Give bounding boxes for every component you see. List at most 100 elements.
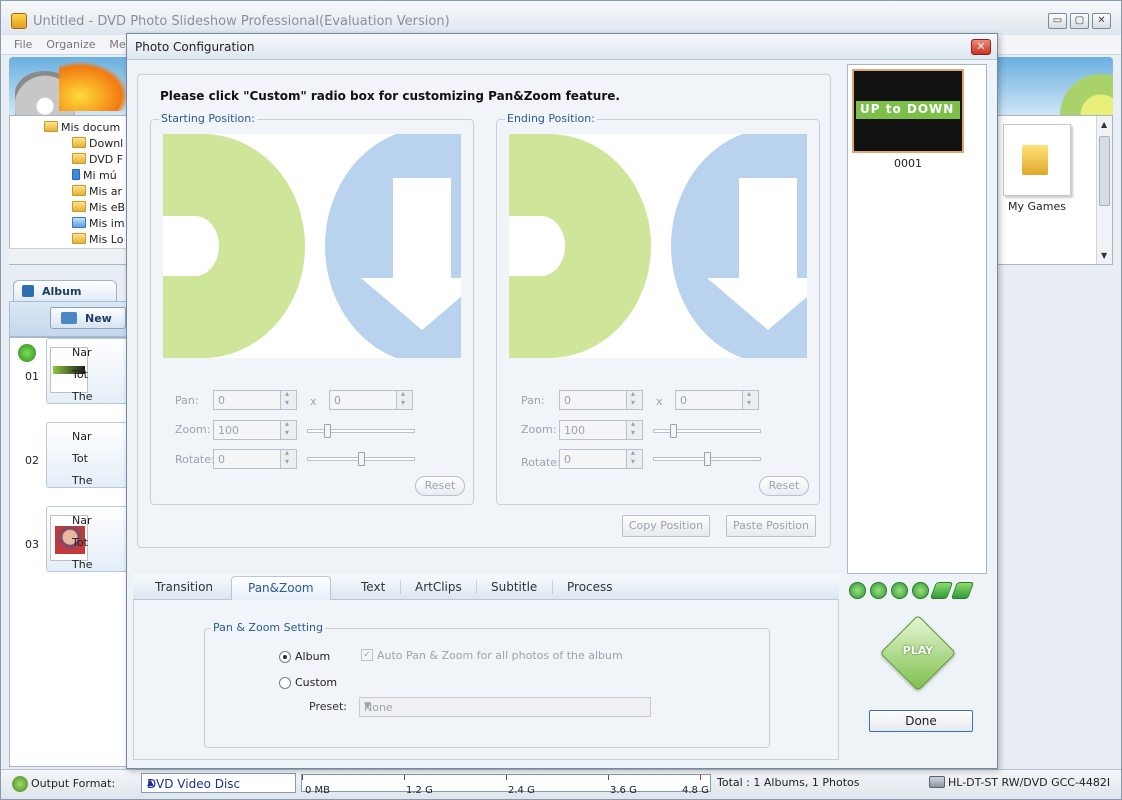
next-photo-icon[interactable] [891, 582, 908, 599]
ending-position-group: Ending Position: Pan: 0 x 0 Zoom: 100 Ro… [496, 112, 820, 505]
file-thumb[interactable] [1003, 124, 1071, 196]
pan-zoom-setting-group: Pan & Zoom Setting Album ✓ Auto Pan & Zo… [204, 621, 770, 748]
rotate-left-icon[interactable] [950, 582, 975, 599]
maximize-button[interactable]: ▢ [1070, 13, 1089, 29]
start-pan-y-input[interactable]: 0 [329, 389, 413, 410]
tree-item[interactable]: Mis Lo [72, 232, 123, 248]
start-zoom-slider[interactable] [307, 424, 415, 438]
capacity-limit-mark [700, 775, 701, 780]
starting-position-group: Starting Position: Pan: 0 x 0 Zoom: 100 … [150, 112, 474, 505]
tree-item[interactable]: Downl [72, 136, 123, 152]
chevron-down-icon: ▼ [364, 701, 371, 711]
end-rotate-slider[interactable] [653, 452, 761, 466]
slider-knob[interactable] [358, 452, 365, 466]
album-row[interactable]: 03 Nar Tot The [10, 506, 128, 572]
end-pan-x-input[interactable]: 0 [559, 389, 643, 410]
starting-position-preview[interactable] [163, 134, 461, 358]
copy-position-button[interactable]: Copy Position [622, 515, 710, 537]
tree-item[interactable]: Mi mú [72, 168, 117, 184]
minimize-button[interactable]: ▭ [1048, 13, 1067, 29]
start-reset-button[interactable]: Reset [415, 476, 465, 496]
new-album-button[interactable]: New [50, 307, 126, 329]
tab-process[interactable]: Process [567, 580, 613, 594]
spinner-icon[interactable] [280, 389, 296, 409]
photo-configuration-dialog: Photo Configuration ✕ Please click "Cust… [126, 33, 998, 769]
tree-item[interactable]: DVD F [72, 152, 123, 168]
instruction-text: Please click "Custom" radio box for cust… [160, 89, 620, 103]
dialog-close-button[interactable]: ✕ [971, 39, 991, 55]
auto-pan-zoom-checkbox[interactable]: ✓ [361, 649, 373, 661]
album-list: 01 Nar Tot The 02 Nar Tot The 03 Nar Tot… [9, 337, 129, 767]
rotate-right-icon[interactable] [929, 582, 954, 599]
banner-swirl-icon [993, 57, 1113, 115]
start-rotate-slider[interactable] [307, 452, 415, 466]
album-radio[interactable] [279, 651, 291, 663]
end-rotate-input[interactable]: 0 [559, 448, 643, 469]
last-photo-icon[interactable] [912, 582, 929, 599]
ending-position-preview[interactable] [509, 134, 807, 358]
tab-subtitle[interactable]: Subtitle [491, 580, 537, 594]
tab-separator [476, 580, 477, 594]
tab-text[interactable]: Text [361, 580, 385, 594]
tab-separator [552, 580, 553, 594]
tree-horizontal-scrollbar[interactable] [9, 248, 129, 264]
end-zoom-input[interactable]: 100 [559, 419, 643, 440]
spinner-icon[interactable] [742, 389, 758, 409]
menu-organize[interactable]: Organize [41, 35, 100, 54]
first-photo-icon[interactable] [849, 582, 866, 599]
folder-tree: Mis docum Downl DVD F Mi mú Mis ar Mis e… [9, 115, 129, 265]
dialog-titlebar: Photo Configuration ✕ [127, 34, 997, 60]
tree-item[interactable]: Mis im [72, 216, 125, 232]
main-titlebar: Untitled - DVD Photo Slideshow Professio… [1, 1, 1121, 35]
scroll-up-icon[interactable]: ▲ [1101, 120, 1107, 129]
spinner-icon[interactable] [626, 389, 642, 409]
album-tab[interactable]: Album [13, 280, 117, 302]
end-pan-y-input[interactable]: 0 [675, 389, 759, 410]
tree-item[interactable]: Mis eB [72, 200, 125, 216]
end-reset-button[interactable]: Reset [759, 476, 809, 496]
close-button[interactable]: ✕ [1092, 13, 1111, 29]
folder-icon [72, 233, 86, 244]
tab-transition[interactable]: Transition [155, 580, 213, 594]
slider-knob[interactable] [704, 452, 711, 466]
window-controls: ▭ ▢ ✕ [1048, 13, 1111, 29]
scroll-thumb[interactable] [1099, 136, 1110, 206]
tab-artclips[interactable]: ArtClips [415, 580, 462, 594]
previous-photo-icon[interactable] [870, 582, 887, 599]
start-zoom-input[interactable]: 100 [213, 419, 297, 440]
album-row[interactable]: 02 Nar Tot The [10, 422, 128, 488]
file-vertical-scrollbar[interactable]: ▲ ▼ [1096, 116, 1112, 264]
slider-knob[interactable] [324, 424, 331, 438]
spinner-icon[interactable] [626, 448, 642, 468]
output-format-select[interactable]: DVD Video Disc ▲ [141, 773, 296, 793]
album-row[interactable]: 01 Nar Tot The [10, 338, 128, 404]
tab-separator [400, 580, 401, 594]
drive-selector[interactable]: HL-DT-ST RW/DVD GCC-4482I [929, 776, 1110, 789]
folder-icon [72, 185, 86, 196]
slider-knob[interactable] [670, 424, 677, 438]
file-browser: My Games ▲ ▼ [997, 115, 1113, 265]
position-group: Please click "Custom" radio box for cust… [137, 74, 831, 548]
menu-file[interactable]: File [9, 35, 37, 54]
done-button[interactable]: Done [869, 710, 973, 732]
spinner-icon[interactable] [280, 419, 296, 439]
spinner-icon[interactable] [396, 389, 412, 409]
tab-pan-zoom[interactable]: Pan&Zoom [231, 576, 331, 600]
folder-icon [72, 153, 86, 164]
spinner-icon[interactable] [626, 419, 642, 439]
custom-radio[interactable] [279, 677, 291, 689]
photo-thumbnail-list: UP to DOWN 0001 [847, 64, 987, 574]
scroll-down-icon[interactable]: ▼ [1101, 251, 1107, 260]
paste-position-button[interactable]: Paste Position [726, 515, 816, 537]
disc-capacity-bar: 0 MB 1.2 G 2.4 G 3.6 G 4.8 G [301, 774, 711, 796]
tree-item[interactable]: Mis ar [72, 184, 122, 200]
preset-select[interactable]: None ▼ [359, 697, 651, 717]
preview-image [509, 134, 807, 358]
folder-icon [1022, 145, 1048, 175]
end-zoom-slider[interactable] [653, 424, 761, 438]
start-rotate-input[interactable]: 0 [213, 448, 297, 469]
photo-thumbnail[interactable]: UP to DOWN [852, 69, 964, 153]
spinner-icon[interactable] [280, 448, 296, 468]
tree-root[interactable]: Mis docum [44, 120, 120, 136]
start-pan-x-input[interactable]: 0 [213, 389, 297, 410]
